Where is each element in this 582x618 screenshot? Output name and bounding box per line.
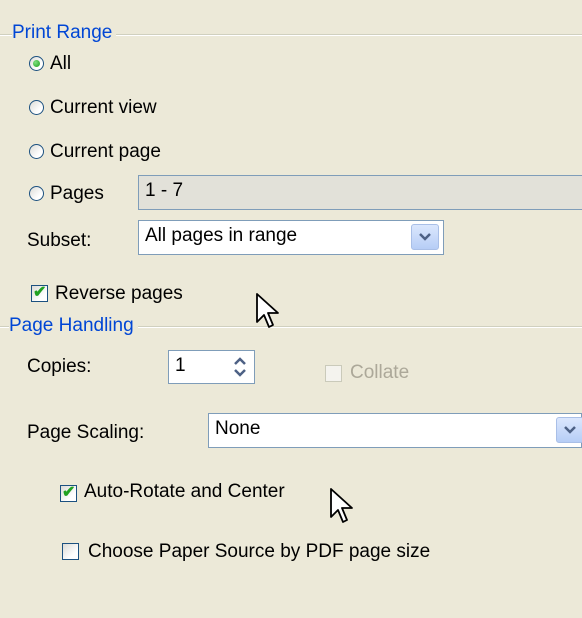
page-scaling-dropdown-button[interactable] xyxy=(556,417,582,443)
radio-selected-icon xyxy=(33,60,40,67)
copies-spinner[interactable] xyxy=(230,353,250,381)
radio-all-label: All xyxy=(50,53,72,74)
subset-dropdown-button[interactable] xyxy=(411,224,439,250)
radio-pages-label: Pages xyxy=(50,183,104,204)
checkmark-icon: ✔ xyxy=(62,484,76,501)
auto-rotate-label: Auto-Rotate and Center xyxy=(84,481,285,502)
mouse-pointer-icon xyxy=(330,488,353,523)
radio-current-page-label: Current page xyxy=(50,141,161,162)
page-scaling-label: Page Scaling: xyxy=(27,422,145,443)
copies-value: 1 xyxy=(175,355,186,376)
checkmark-icon: ✔ xyxy=(33,284,47,301)
paper-source-checkbox[interactable] xyxy=(62,543,79,560)
chevron-down-icon xyxy=(419,233,431,241)
up-down-arrows-icon xyxy=(234,357,246,377)
collate-label: Collate xyxy=(350,362,410,383)
page-scaling-value: None xyxy=(215,418,261,439)
reverse-pages-label: Reverse pages xyxy=(55,283,183,304)
subset-select[interactable]: All pages in range xyxy=(138,220,444,255)
radio-pages[interactable] xyxy=(29,186,44,201)
chevron-down-icon xyxy=(564,426,576,434)
print-range-title: Print Range xyxy=(12,22,117,44)
paper-source-label: Choose Paper Source by PDF page size xyxy=(88,541,431,562)
page-scaling-select[interactable]: None xyxy=(208,413,582,448)
pages-input[interactable]: 1 - 7 xyxy=(138,175,582,210)
radio-current-page[interactable] xyxy=(29,144,44,159)
copies-label: Copies: xyxy=(27,356,92,377)
collate-checkbox[interactable] xyxy=(325,365,342,382)
radio-all[interactable] xyxy=(29,56,44,71)
page-handling-title: Page Handling xyxy=(9,315,138,337)
reverse-pages-checkbox[interactable]: ✔ xyxy=(31,284,48,302)
auto-rotate-checkbox[interactable]: ✔ xyxy=(60,484,77,502)
radio-current-view[interactable] xyxy=(29,100,44,115)
subset-label: Subset: xyxy=(27,230,92,251)
subset-select-value: All pages in range xyxy=(145,225,298,246)
radio-current-view-label: Current view xyxy=(50,97,157,118)
